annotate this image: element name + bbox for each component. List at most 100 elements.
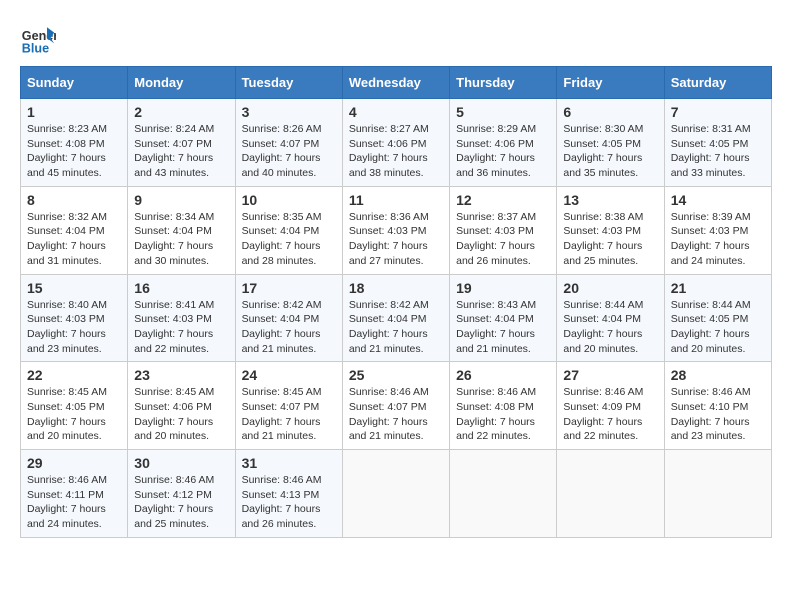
calendar-day-20: 20 Sunrise: 8:44 AM Sunset: 4:04 PM Dayli…	[557, 274, 664, 362]
day-detail: Sunrise: 8:44 AM Sunset: 4:05 PM Dayligh…	[671, 299, 751, 355]
day-detail: Sunrise: 8:26 AM Sunset: 4:07 PM Dayligh…	[242, 123, 322, 179]
calendar-day-24: 24 Sunrise: 8:45 AM Sunset: 4:07 PM Dayli…	[235, 362, 342, 450]
calendar-day-25: 25 Sunrise: 8:46 AM Sunset: 4:07 PM Dayli…	[342, 362, 449, 450]
day-number: 11	[349, 192, 443, 208]
day-number: 2	[134, 104, 228, 120]
day-detail: Sunrise: 8:46 AM Sunset: 4:07 PM Dayligh…	[349, 386, 429, 442]
day-number: 31	[242, 455, 336, 471]
calendar-day-13: 13Sunrise: 8:38 AM Sunset: 4:03 PM Dayli…	[557, 186, 664, 274]
day-detail: Sunrise: 8:27 AM Sunset: 4:06 PM Dayligh…	[349, 123, 429, 179]
day-detail: Sunrise: 8:46 AM Sunset: 4:08 PM Dayligh…	[456, 386, 536, 442]
day-number: 25	[349, 367, 443, 383]
day-detail: Sunrise: 8:30 AM Sunset: 4:05 PM Dayligh…	[563, 123, 643, 179]
calendar-day-19: 19 Sunrise: 8:43 AM Sunset: 4:04 PM Dayli…	[450, 274, 557, 362]
day-detail: Sunrise: 8:46 AM Sunset: 4:09 PM Dayligh…	[563, 386, 643, 442]
calendar-day-29: 29 Sunrise: 8:46 AM Sunset: 4:11 PM Dayli…	[21, 450, 128, 538]
weekday-header-sunday: Sunday	[21, 67, 128, 99]
day-number: 3	[242, 104, 336, 120]
day-number: 23	[134, 367, 228, 383]
day-number: 1	[27, 104, 121, 120]
day-number: 12	[456, 192, 550, 208]
calendar-day-17: 17Sunrise: 8:42 AM Sunset: 4:04 PM Dayli…	[235, 274, 342, 362]
calendar-day-22: 22Sunrise: 8:45 AM Sunset: 4:05 PM Dayli…	[21, 362, 128, 450]
calendar-day-18: 18Sunrise: 8:42 AM Sunset: 4:04 PM Dayli…	[342, 274, 449, 362]
day-detail: Sunrise: 8:23 AM Sunset: 4:08 PM Dayligh…	[27, 123, 107, 179]
empty-cell	[450, 450, 557, 538]
day-number: 6	[563, 104, 657, 120]
calendar-day-15: 15 Sunrise: 8:40 AM Sunset: 4:03 PM Dayli…	[21, 274, 128, 362]
day-number: 28	[671, 367, 765, 383]
calendar-day-6: 6 Sunrise: 8:30 AM Sunset: 4:05 PM Daylig…	[557, 99, 664, 187]
logo: General Blue	[20, 20, 60, 56]
day-detail: Sunrise: 8:42 AM Sunset: 4:04 PM Dayligh…	[242, 299, 322, 355]
weekday-header-wednesday: Wednesday	[342, 67, 449, 99]
calendar-day-27: 27 Sunrise: 8:46 AM Sunset: 4:09 PM Dayli…	[557, 362, 664, 450]
day-detail: Sunrise: 8:24 AM Sunset: 4:07 PM Dayligh…	[134, 123, 214, 179]
day-detail: Sunrise: 8:46 AM Sunset: 4:11 PM Dayligh…	[27, 474, 107, 530]
calendar-day-5: 5 Sunrise: 8:29 AM Sunset: 4:06 PM Daylig…	[450, 99, 557, 187]
day-number: 10	[242, 192, 336, 208]
empty-cell	[557, 450, 664, 538]
calendar-day-2: 2 Sunrise: 8:24 AM Sunset: 4:07 PM Daylig…	[128, 99, 235, 187]
day-detail: Sunrise: 8:43 AM Sunset: 4:04 PM Dayligh…	[456, 299, 536, 355]
empty-cell	[342, 450, 449, 538]
logo-icon: General Blue	[20, 20, 56, 56]
day-number: 8	[27, 192, 121, 208]
day-number: 18	[349, 280, 443, 296]
calendar-header: SundayMondayTuesdayWednesdayThursdayFrid…	[21, 67, 772, 99]
day-number: 26	[456, 367, 550, 383]
empty-cell	[664, 450, 771, 538]
calendar-day-8: 8 Sunrise: 8:32 AM Sunset: 4:04 PM Daylig…	[21, 186, 128, 274]
calendar-day-30: 30Sunrise: 8:46 AM Sunset: 4:12 PM Dayli…	[128, 450, 235, 538]
calendar-day-23: 23 Sunrise: 8:45 AM Sunset: 4:06 PM Dayli…	[128, 362, 235, 450]
day-number: 30	[134, 455, 228, 471]
day-detail: Sunrise: 8:44 AM Sunset: 4:04 PM Dayligh…	[563, 299, 643, 355]
calendar-week-1: 1 Sunrise: 8:23 AM Sunset: 4:08 PM Daylig…	[21, 99, 772, 187]
day-number: 29	[27, 455, 121, 471]
day-detail: Sunrise: 8:41 AM Sunset: 4:03 PM Dayligh…	[134, 299, 214, 355]
calendar-day-16: 16Sunrise: 8:41 AM Sunset: 4:03 PM Dayli…	[128, 274, 235, 362]
calendar-day-3: 3 Sunrise: 8:26 AM Sunset: 4:07 PM Daylig…	[235, 99, 342, 187]
calendar-week-5: 29 Sunrise: 8:46 AM Sunset: 4:11 PM Dayli…	[21, 450, 772, 538]
calendar-day-28: 28 Sunrise: 8:46 AM Sunset: 4:10 PM Dayli…	[664, 362, 771, 450]
day-detail: Sunrise: 8:45 AM Sunset: 4:07 PM Dayligh…	[242, 386, 322, 442]
day-number: 20	[563, 280, 657, 296]
calendar-day-21: 21 Sunrise: 8:44 AM Sunset: 4:05 PM Dayli…	[664, 274, 771, 362]
header: General Blue	[20, 20, 772, 56]
day-number: 19	[456, 280, 550, 296]
day-detail: Sunrise: 8:46 AM Sunset: 4:13 PM Dayligh…	[242, 474, 322, 530]
weekday-header-thursday: Thursday	[450, 67, 557, 99]
calendar-day-12: 12 Sunrise: 8:37 AM Sunset: 4:03 PM Dayli…	[450, 186, 557, 274]
day-number: 27	[563, 367, 657, 383]
calendar-day-26: 26 Sunrise: 8:46 AM Sunset: 4:08 PM Dayli…	[450, 362, 557, 450]
calendar-day-7: 7Sunrise: 8:31 AM Sunset: 4:05 PM Daylig…	[664, 99, 771, 187]
weekday-header-saturday: Saturday	[664, 67, 771, 99]
calendar-day-4: 4 Sunrise: 8:27 AM Sunset: 4:06 PM Daylig…	[342, 99, 449, 187]
calendar-week-4: 22Sunrise: 8:45 AM Sunset: 4:05 PM Dayli…	[21, 362, 772, 450]
day-number: 15	[27, 280, 121, 296]
calendar-day-9: 9Sunrise: 8:34 AM Sunset: 4:04 PM Daylig…	[128, 186, 235, 274]
day-detail: Sunrise: 8:29 AM Sunset: 4:06 PM Dayligh…	[456, 123, 536, 179]
day-detail: Sunrise: 8:39 AM Sunset: 4:03 PM Dayligh…	[671, 211, 751, 267]
day-number: 4	[349, 104, 443, 120]
calendar-day-1: 1 Sunrise: 8:23 AM Sunset: 4:08 PM Daylig…	[21, 99, 128, 187]
day-detail: Sunrise: 8:46 AM Sunset: 4:10 PM Dayligh…	[671, 386, 751, 442]
day-detail: Sunrise: 8:37 AM Sunset: 4:03 PM Dayligh…	[456, 211, 536, 267]
day-detail: Sunrise: 8:45 AM Sunset: 4:06 PM Dayligh…	[134, 386, 214, 442]
weekday-header-monday: Monday	[128, 67, 235, 99]
day-number: 7	[671, 104, 765, 120]
day-number: 21	[671, 280, 765, 296]
day-number: 5	[456, 104, 550, 120]
calendar-week-3: 15 Sunrise: 8:40 AM Sunset: 4:03 PM Dayli…	[21, 274, 772, 362]
day-detail: Sunrise: 8:32 AM Sunset: 4:04 PM Dayligh…	[27, 211, 107, 267]
day-number: 9	[134, 192, 228, 208]
calendar-day-14: 14Sunrise: 8:39 AM Sunset: 4:03 PM Dayli…	[664, 186, 771, 274]
calendar-day-10: 10 Sunrise: 8:35 AM Sunset: 4:04 PM Dayli…	[235, 186, 342, 274]
day-detail: Sunrise: 8:38 AM Sunset: 4:03 PM Dayligh…	[563, 211, 643, 267]
day-number: 24	[242, 367, 336, 383]
weekday-header-tuesday: Tuesday	[235, 67, 342, 99]
day-detail: Sunrise: 8:35 AM Sunset: 4:04 PM Dayligh…	[242, 211, 322, 267]
day-detail: Sunrise: 8:40 AM Sunset: 4:03 PM Dayligh…	[27, 299, 107, 355]
calendar-week-2: 8 Sunrise: 8:32 AM Sunset: 4:04 PM Daylig…	[21, 186, 772, 274]
calendar-day-31: 31 Sunrise: 8:46 AM Sunset: 4:13 PM Dayli…	[235, 450, 342, 538]
